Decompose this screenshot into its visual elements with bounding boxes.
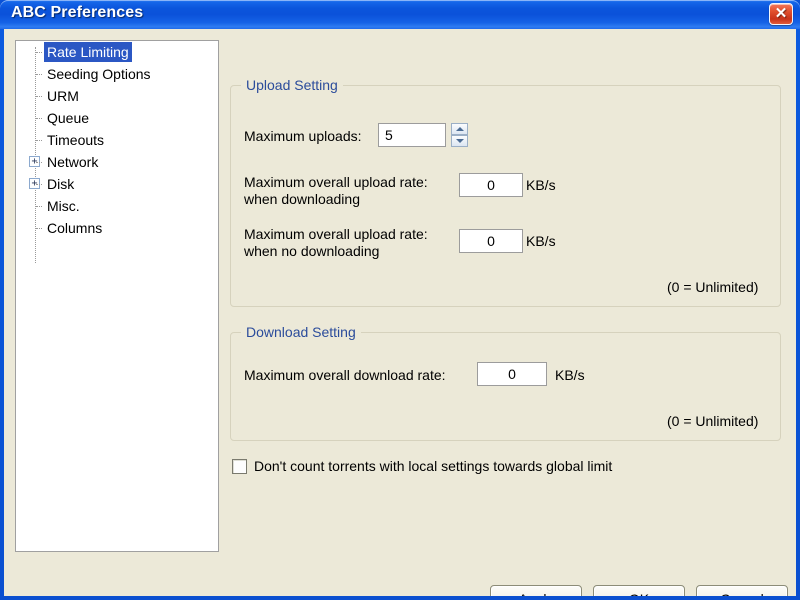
title-bar: ABC Preferences ✕ bbox=[0, 0, 800, 29]
stepper-up-icon[interactable] bbox=[451, 123, 468, 135]
tree-tick-icon bbox=[36, 162, 42, 163]
close-button[interactable]: ✕ bbox=[769, 3, 793, 25]
sidebar-item-network[interactable]: + Network bbox=[16, 151, 218, 173]
sidebar-item-rate-limiting[interactable]: Rate Limiting bbox=[16, 41, 218, 63]
upload-unlimited-hint: (0 = Unlimited) bbox=[667, 279, 758, 295]
upload-rate-downloading-input[interactable]: 0 bbox=[459, 173, 523, 197]
preferences-window: ABC Preferences ✕ Rate Limiting Seeding … bbox=[0, 0, 800, 600]
upload-rate-no-downloading-label: Maximum overall upload rate: when no dow… bbox=[244, 226, 428, 260]
sidebar-item-label: Queue bbox=[44, 108, 92, 128]
tree-tick-icon bbox=[36, 96, 42, 97]
tree-tick-icon bbox=[36, 228, 42, 229]
dialog-client-area: Rate Limiting Seeding Options URM Queue … bbox=[4, 29, 796, 596]
local-settings-checkbox[interactable] bbox=[232, 459, 247, 474]
ok-button[interactable]: OK bbox=[593, 585, 685, 596]
upload-rate-downloading-label: Maximum overall upload rate: when downlo… bbox=[244, 174, 428, 208]
download-setting-title: Download Setting bbox=[241, 324, 361, 340]
download-rate-input[interactable]: 0 bbox=[477, 362, 547, 386]
settings-tree[interactable]: Rate Limiting Seeding Options URM Queue … bbox=[15, 40, 219, 552]
tree-tick-icon bbox=[36, 184, 42, 185]
sidebar-item-label: Timeouts bbox=[44, 130, 107, 150]
caret-up-icon bbox=[456, 127, 464, 131]
maximum-uploads-label: Maximum uploads: bbox=[244, 128, 362, 145]
upload-rate-no-downloading-input[interactable]: 0 bbox=[459, 229, 523, 253]
cancel-button[interactable]: Cancel bbox=[696, 585, 788, 596]
tree-tick-icon bbox=[36, 118, 42, 119]
stepper-down-icon[interactable] bbox=[451, 135, 468, 147]
sidebar-item-columns[interactable]: Columns bbox=[16, 217, 218, 239]
sidebar-item-queue[interactable]: Queue bbox=[16, 107, 218, 129]
local-settings-checkbox-label: Don't count torrents with local settings… bbox=[254, 457, 612, 476]
apply-button[interactable]: Apply bbox=[490, 585, 582, 596]
sidebar-item-timeouts[interactable]: Timeouts bbox=[16, 129, 218, 151]
caret-down-icon bbox=[456, 139, 464, 143]
tree-tick-icon bbox=[36, 140, 42, 141]
sidebar-item-misc[interactable]: Misc. bbox=[16, 195, 218, 217]
sidebar-item-label: Misc. bbox=[44, 196, 83, 216]
download-rate-label: Maximum overall download rate: bbox=[244, 367, 446, 384]
window-title: ABC Preferences bbox=[11, 4, 143, 22]
download-unlimited-hint: (0 = Unlimited) bbox=[667, 413, 758, 429]
tree-tick-icon bbox=[36, 206, 42, 207]
upload-rate-no-downloading-unit: KB/s bbox=[526, 233, 556, 249]
sidebar-item-disk[interactable]: + Disk bbox=[16, 173, 218, 195]
tree-tick-icon bbox=[36, 74, 42, 75]
upload-rate-downloading-unit: KB/s bbox=[526, 177, 556, 193]
sidebar-item-seeding-options[interactable]: Seeding Options bbox=[16, 63, 218, 85]
close-icon: ✕ bbox=[770, 4, 792, 24]
maximum-uploads-input[interactable]: 5 bbox=[378, 123, 446, 147]
tree-tick-icon bbox=[36, 52, 42, 53]
upload-setting-title: Upload Setting bbox=[241, 77, 343, 93]
download-rate-unit: KB/s bbox=[555, 367, 585, 383]
sidebar-item-urm[interactable]: URM bbox=[16, 85, 218, 107]
sidebar-item-label: Columns bbox=[44, 218, 105, 238]
sidebar-item-label: Rate Limiting bbox=[44, 42, 132, 62]
sidebar-item-label: Seeding Options bbox=[44, 64, 154, 84]
sidebar-item-label: Network bbox=[44, 152, 101, 172]
maximum-uploads-stepper[interactable] bbox=[451, 123, 468, 147]
sidebar-item-label: URM bbox=[44, 86, 82, 106]
sidebar-item-label: Disk bbox=[44, 174, 77, 194]
